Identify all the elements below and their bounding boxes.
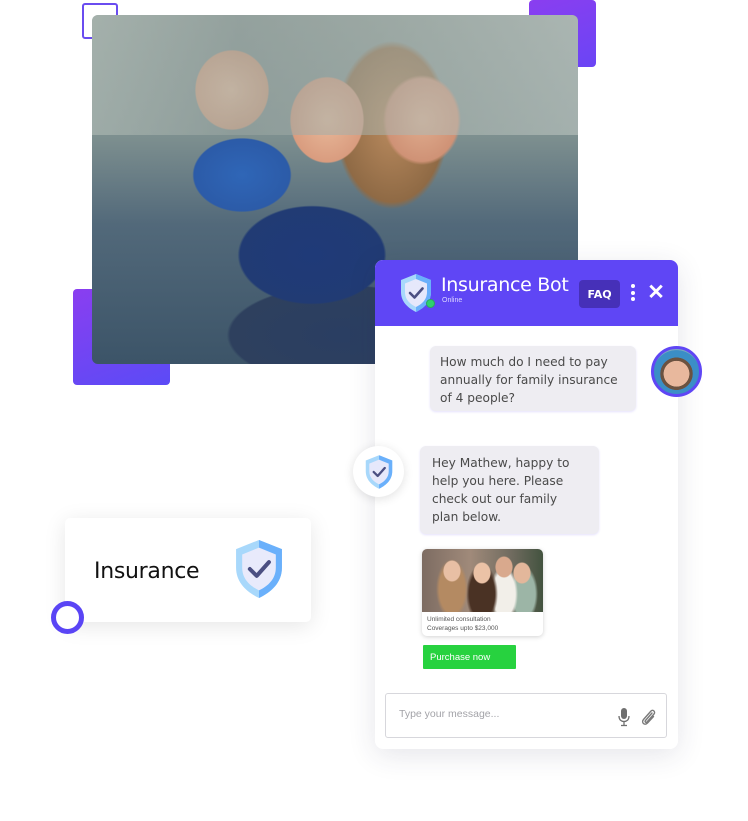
decorative-ring <box>51 601 84 634</box>
plan-coverage: Coverages upto $23,000 <box>427 625 499 632</box>
stage: Insurance Bot Online FAQ ✕ How much do I… <box>0 0 748 821</box>
bot-message-bubble: Hey Mathew, happy to help you here. Plea… <box>420 446 599 534</box>
online-status-dot <box>426 299 435 308</box>
purchase-now-button[interactable]: Purchase now <box>423 645 516 669</box>
user-avatar <box>651 346 702 397</box>
faq-button[interactable]: FAQ <box>579 280 620 308</box>
insurance-label: Insurance <box>94 559 200 584</box>
microphone-icon[interactable] <box>617 707 631 727</box>
bot-name: Insurance Bot <box>441 274 569 296</box>
message-placeholder: Type your message... <box>399 708 500 720</box>
family-plan-card[interactable]: Unlimited consultation Coverages upto $2… <box>422 549 543 636</box>
bot-avatar <box>353 446 404 497</box>
vertical-dots-icon[interactable] <box>629 283 637 305</box>
plan-details: Unlimited consultation Coverages upto $2… <box>422 612 543 636</box>
bot-status: Online <box>442 297 463 304</box>
close-icon[interactable]: ✕ <box>646 282 666 304</box>
plan-photo <box>422 549 543 612</box>
user-message-bubble: How much do I need to pay annually for f… <box>430 346 636 411</box>
plan-consultation: Unlimited consultation <box>427 616 491 623</box>
insurance-card: Insurance <box>65 518 311 622</box>
chat-window: Insurance Bot Online FAQ ✕ How much do I… <box>353 260 702 749</box>
photo-background <box>92 15 578 135</box>
chat-header: Insurance Bot Online FAQ ✕ <box>375 260 678 326</box>
shield-check-icon <box>365 454 392 489</box>
message-input[interactable]: Type your message... <box>385 693 667 738</box>
paperclip-icon[interactable] <box>639 707 657 727</box>
shield-check-icon <box>236 539 282 599</box>
